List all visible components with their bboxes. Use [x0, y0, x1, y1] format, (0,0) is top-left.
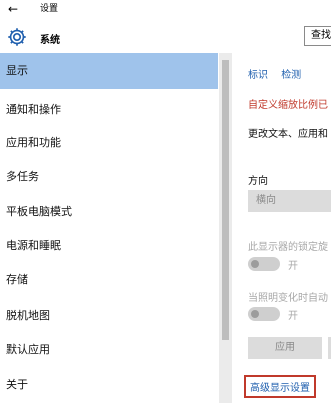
detect-link[interactable]: 检测: [281, 70, 301, 81]
rotation-lock-state: 开: [288, 261, 298, 272]
orientation-label: 方向: [248, 176, 268, 187]
title-bar: ← 设置: [0, 0, 331, 20]
identify-link[interactable]: 标识: [248, 70, 268, 81]
sidebar-item-offline-maps[interactable]: 脱机地图: [0, 298, 218, 334]
sidebar-item-apps[interactable]: 应用和功能: [0, 125, 218, 161]
apply-button[interactable]: 应用: [248, 337, 322, 359]
auto-brightness-toggle[interactable]: [248, 307, 280, 321]
sidebar-item-default-apps[interactable]: 默认应用: [0, 332, 218, 368]
orientation-dropdown[interactable]: 横向: [248, 190, 331, 212]
auto-brightness-label: 当照明变化时自动: [248, 293, 328, 304]
sidebar-item-display[interactable]: 显示: [0, 53, 218, 89]
back-button[interactable]: ←: [8, 1, 18, 17]
page-title: 系统: [40, 35, 60, 46]
sidebar-item-notifications[interactable]: 通知和操作: [0, 92, 218, 128]
display-links: 标识 检测: [248, 66, 311, 81]
sidebar: 显示 通知和操作 应用和功能 多任务 平板电脑模式 电源和睡眠 存储 脱机地图 …: [0, 53, 232, 403]
search-input[interactable]: 查找: [304, 26, 331, 46]
sidebar-item-power[interactable]: 电源和睡眠: [0, 228, 218, 264]
scaling-description: 更改文本、应用和: [248, 129, 328, 140]
toggle-knob: [251, 260, 259, 268]
gear-icon: [8, 28, 26, 46]
sidebar-item-multitasking[interactable]: 多任务: [0, 159, 218, 195]
rotation-lock-toggle[interactable]: [248, 257, 280, 271]
display-settings-panel: 标识 检测 自定义缩放比例已 更改文本、应用和 方向 横向 此显示器的锁定旋 开…: [232, 53, 331, 403]
rotation-lock-label: 此显示器的锁定旋: [248, 242, 328, 253]
auto-brightness-state: 开: [288, 311, 298, 322]
advanced-display-settings-link[interactable]: 高级显示设置: [244, 375, 316, 398]
window-title: 设置: [40, 4, 59, 14]
sidebar-scrollbar-thumb[interactable]: [222, 60, 229, 340]
sidebar-item-tablet-mode[interactable]: 平板电脑模式: [0, 194, 218, 230]
page-header: 系统 查找: [0, 22, 331, 56]
sidebar-item-about[interactable]: 关于: [0, 367, 218, 403]
sidebar-item-storage[interactable]: 存储: [0, 262, 218, 298]
toggle-knob: [251, 310, 259, 318]
custom-scaling-warning[interactable]: 自定义缩放比例已: [248, 96, 328, 111]
